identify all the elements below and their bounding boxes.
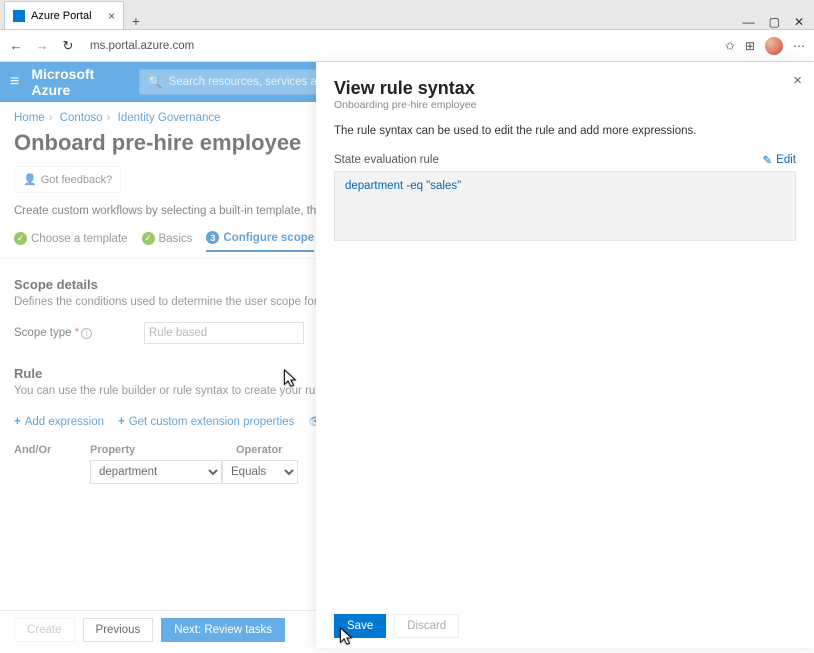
back-button[interactable]: ← — [8, 38, 24, 53]
collections-icon[interactable]: ⊞ — [745, 39, 755, 53]
forward-button[interactable]: → — [34, 38, 50, 53]
panel-note: The rule syntax can be used to edit the … — [334, 125, 796, 137]
pencil-icon: ✎ — [763, 153, 773, 167]
address-bar[interactable]: ms.portal.azure.com — [86, 40, 715, 52]
new-tab-button[interactable]: + — [124, 13, 148, 29]
window-max[interactable]: ▢ — [769, 15, 780, 29]
discard-button[interactable]: Discard — [394, 614, 459, 638]
refresh-button[interactable]: ↻ — [60, 38, 76, 54]
window-min[interactable]: — — [743, 15, 755, 29]
reader-icon[interactable]: ✩ — [725, 39, 735, 53]
more-icon[interactable]: ⋯ — [793, 39, 806, 53]
azure-icon — [13, 10, 25, 22]
close-tab-icon[interactable]: × — [108, 9, 115, 23]
overlay — [0, 62, 316, 648]
close-panel-button[interactable]: × — [793, 72, 802, 89]
panel-title: View rule syntax — [334, 78, 796, 99]
panel-subtitle: Onboarding pre-hire employee — [334, 99, 796, 111]
profile-avatar[interactable] — [765, 37, 783, 55]
window-close[interactable]: ✕ — [794, 15, 804, 29]
browser-tab[interactable]: Azure Portal × — [4, 1, 124, 29]
tab-title: Azure Portal — [31, 10, 92, 22]
rule-syntax-code[interactable]: department -eq "sales" — [334, 171, 796, 241]
save-button[interactable]: Save — [334, 614, 386, 638]
eval-label: State evaluation rule — [334, 154, 439, 166]
edit-button[interactable]: ✎Edit — [763, 153, 796, 167]
rule-syntax-panel: × View rule syntax Onboarding pre-hire e… — [316, 62, 814, 648]
